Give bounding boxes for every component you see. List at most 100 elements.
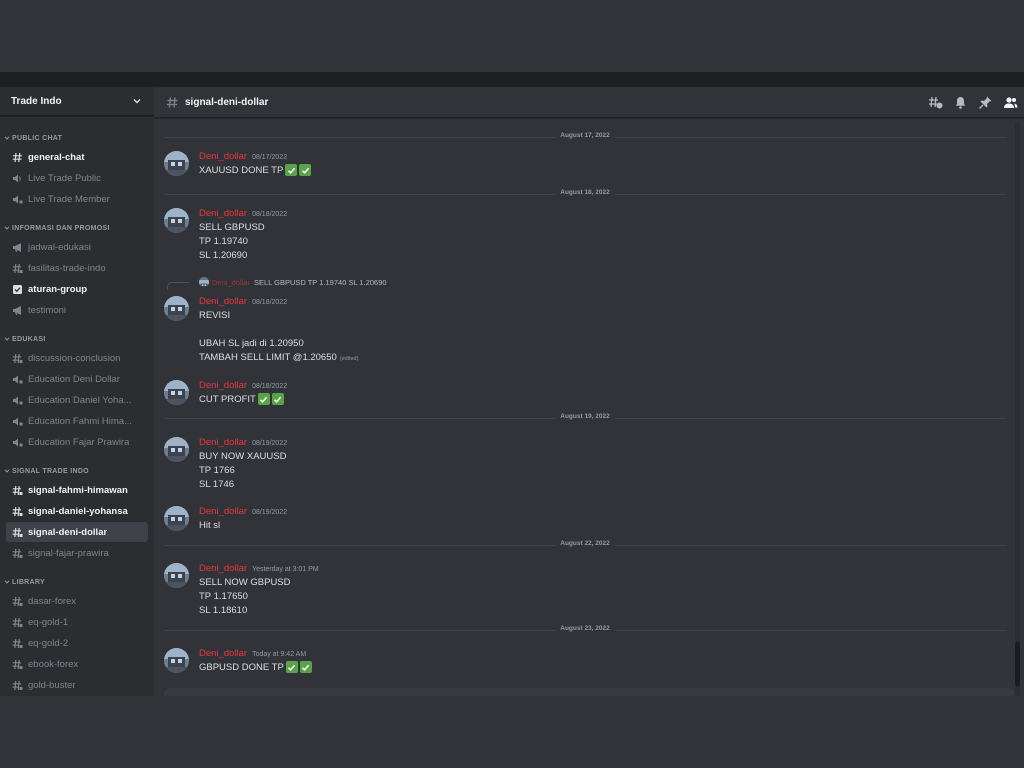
date-divider: August 18, 2022 [164, 189, 1006, 196]
channel-item[interactable]: Education Fajar Prawira [6, 432, 148, 452]
channel-label: Education Daniel Yoha... [28, 394, 132, 406]
message-author[interactable]: Deni_dollar [199, 296, 247, 307]
message-timestamp: 08/18/2022 [252, 383, 288, 390]
scrollbar[interactable] [1015, 122, 1020, 696]
channel-item[interactable]: general-chat [6, 147, 148, 167]
message-list[interactable]: August 17, 2022 Deni_dollar 08/17/2022 XAUU… [154, 118, 1024, 696]
message-author[interactable]: Deni_dollar [199, 380, 247, 391]
message-author[interactable]: Deni_dollar [199, 151, 247, 162]
reply-reference[interactable]: Deni_dollar SELL GBPUSD TP 1.19740 SL 1.2… [199, 276, 387, 288]
category-header[interactable]: EDUKASI [0, 331, 154, 347]
channel-item[interactable]: eq-gold-2 [6, 633, 148, 653]
channel-label: general-chat [28, 151, 85, 163]
message-author[interactable]: Deni_dollar [199, 563, 247, 574]
pin-icon[interactable] [978, 95, 993, 110]
message-author[interactable]: Deni_dollar [199, 506, 247, 517]
avatar[interactable] [164, 380, 189, 405]
date-divider-label: August 17, 2022 [556, 132, 614, 139]
message-text: REVISI [199, 310, 231, 321]
channel-label: Education Fahmi Hima... [28, 415, 133, 427]
speaker-icon [12, 173, 23, 184]
channel-label: Education Deni Dollar [28, 373, 120, 385]
message-text: GBPUSD DONE TP [199, 662, 284, 673]
message-header: Deni_dollar 08/19/2022 [199, 437, 959, 450]
members-icon[interactable] [1003, 95, 1018, 110]
channel-item[interactable]: aturan-group [6, 279, 148, 299]
avatar[interactable] [164, 506, 189, 531]
category-label: LIBRARY [12, 578, 45, 586]
category-header[interactable]: INFORMASI DAN PROMOSI [0, 220, 154, 236]
avatar[interactable] [164, 151, 189, 176]
window-title-strip [0, 72, 1024, 87]
check-mark-emoji-icon [299, 164, 312, 177]
date-divider-label: August 22, 2022 [556, 540, 614, 547]
channel-label: aturan-group [28, 283, 88, 295]
category-header[interactable]: LIBRARY [0, 574, 154, 590]
message-text: SELL GBPUSD [199, 222, 265, 233]
megaphone-icon [12, 242, 23, 253]
channel-item[interactable]: fasilitas-trade-indo [6, 258, 148, 278]
reply-avatar [199, 277, 209, 287]
channel-item[interactable]: signal-daniel-yohansa [6, 501, 148, 521]
message-line: SELL NOW GBPUSD [199, 576, 959, 590]
message-text: TP 1.17650 [199, 591, 248, 602]
message-timestamp: 08/19/2022 [252, 440, 288, 447]
channel-item[interactable]: dasar-forex [6, 591, 148, 611]
channel-label: jadwal-edukasi [28, 241, 91, 253]
locked-speaker-icon [12, 194, 23, 205]
message-line: XAUUSD DONE TP [199, 164, 959, 178]
locked-hashtag-icon [12, 353, 23, 364]
channel-item[interactable]: ebook-forex [6, 654, 148, 674]
threads-icon[interactable] [928, 95, 943, 110]
channel-item[interactable]: discussion-conclusion [6, 348, 148, 368]
message-timestamp: 08/18/2022 [252, 299, 288, 306]
channel-label: Live Trade Member [28, 193, 110, 205]
message-author[interactable]: Deni_dollar [199, 648, 247, 659]
message-text: UBAH SL jadi di 1.20950 [199, 338, 304, 349]
message-composer[interactable] [164, 688, 1014, 696]
bell-icon[interactable] [953, 95, 968, 110]
channel-item[interactable]: eq-gold-1 [6, 612, 148, 632]
message-timestamp: 08/18/2022 [252, 211, 288, 218]
header-toolbar [928, 95, 1018, 110]
date-divider: August 23, 2022 [164, 625, 1006, 632]
avatar[interactable] [164, 296, 189, 321]
channel-item[interactable]: signal-fajar-prawira [6, 543, 148, 563]
reply-text[interactable]: SELL GBPUSD TP 1.19740 SL 1.20690 [254, 278, 387, 287]
locked-hashtag-icon [12, 506, 23, 517]
reply-author[interactable]: Deni_dollar [212, 278, 250, 287]
channel-sidebar: Trade Indo PUBLIC CHAT general-chat Live T… [0, 87, 154, 696]
avatar[interactable] [164, 563, 189, 588]
channel-item[interactable]: Education Deni Dollar [6, 369, 148, 389]
channel-item[interactable]: signal-fahmi-himawan [6, 480, 148, 500]
message-text: XAUUSD DONE TP [199, 165, 284, 176]
message-text: Hit sl [199, 520, 221, 531]
message-text: BUY NOW XAUUSD [199, 451, 287, 462]
locked-hashtag-icon [12, 548, 23, 559]
locked-hashtag-icon [12, 617, 23, 628]
message-author[interactable]: Deni_dollar [199, 437, 247, 448]
avatar[interactable] [164, 648, 189, 673]
channel-item[interactable]: gold-buster [6, 675, 148, 695]
channel-item[interactable]: Education Daniel Yoha... [6, 390, 148, 410]
server-header[interactable]: Trade Indo [0, 87, 154, 116]
category-header[interactable]: SIGNAL TRADE INDO [0, 463, 154, 479]
message-author[interactable]: Deni_dollar [199, 208, 247, 219]
check-mark-emoji-icon [271, 393, 284, 406]
category-header[interactable]: PUBLIC CHAT [0, 130, 154, 146]
channel-item[interactable]: testimoni [6, 300, 148, 320]
scrollbar-thumb[interactable] [1015, 642, 1020, 686]
avatar[interactable] [164, 437, 189, 462]
avatar[interactable] [164, 208, 189, 233]
channel-item[interactable]: jadwal-edukasi [6, 237, 148, 257]
channel-item[interactable]: Live Trade Member [6, 189, 148, 209]
channel-item[interactable]: Live Trade Public [6, 168, 148, 188]
date-divider: August 17, 2022 [164, 132, 1006, 139]
message-line: TAMBAH SELL LIMIT @1.20650 (edited) [199, 351, 959, 366]
channel-item[interactable]: Education Fahmi Hima... [6, 411, 148, 431]
message-line [199, 323, 959, 337]
channel-item[interactable]: signal-deni-dollar [6, 522, 148, 542]
channel-label: eq-gold-1 [28, 616, 69, 628]
channel-label: eq-gold-2 [28, 637, 69, 649]
chevron-down-icon[interactable] [132, 96, 142, 106]
